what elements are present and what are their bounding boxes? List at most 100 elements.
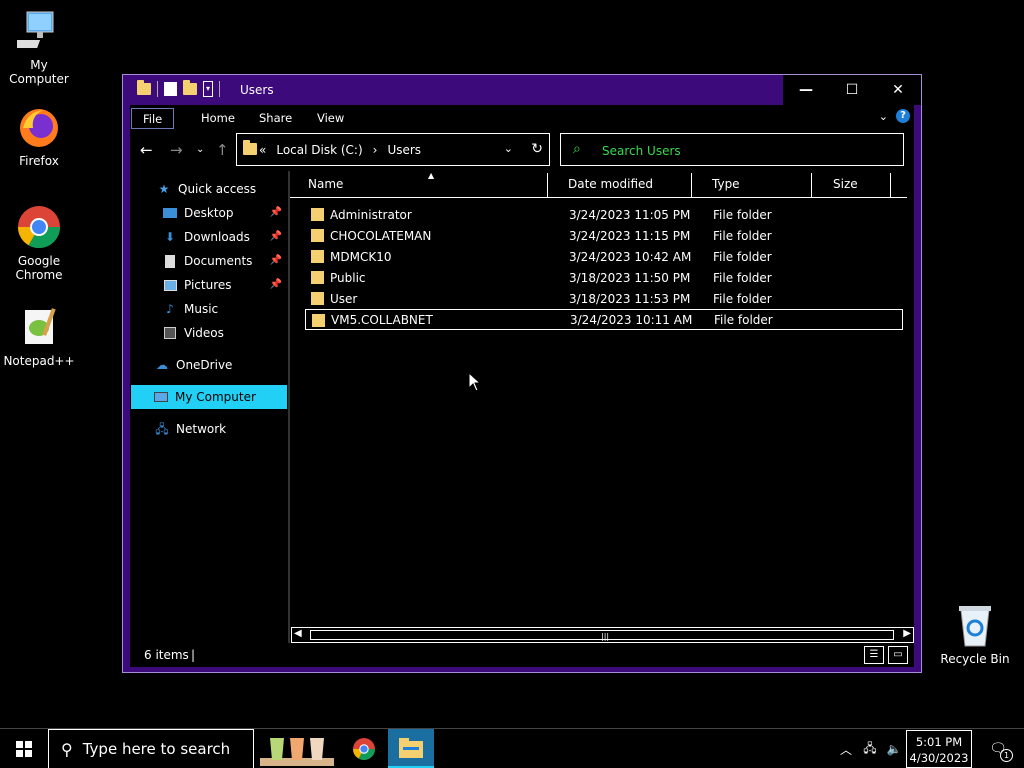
search-input[interactable]: Search Users [602, 144, 681, 158]
folder-icon [311, 292, 324, 305]
scroll-right-icon[interactable]: ▶ [903, 628, 911, 639]
recent-locations-icon[interactable]: ⌄ [196, 144, 204, 155]
start-button[interactable] [0, 729, 48, 768]
desktop-icon-my-computer[interactable]: My Computer [1, 10, 77, 86]
address-bar[interactable]: « Local Disk (C:) › Users ⌄ ↻ [236, 133, 550, 166]
notepadpp-icon [25, 308, 56, 344]
properties-icon[interactable] [164, 82, 177, 96]
close-button[interactable]: ✕ [875, 75, 921, 105]
volume-icon[interactable]: 🔈 [882, 742, 906, 756]
window-controls: — ☐ ✕ [783, 75, 921, 105]
network-icon: 🖧 [155, 422, 169, 436]
drinks-icon [260, 738, 334, 766]
cell-type: File folder [713, 291, 772, 306]
table-row-selected[interactable]: VM5.COLLABNET 3/24/2023 10:11 AM File fo… [305, 309, 903, 330]
nav-item-label: My Computer [175, 390, 256, 404]
forward-arrow-icon[interactable]: → [170, 141, 183, 159]
nav-item-network[interactable]: 🖧 Network [154, 417, 286, 441]
explorer-window[interactable]: ▾ Users — ☐ ✕ File Home Share View ⌄ ? ←… [122, 74, 922, 673]
cell-type: File folder [713, 270, 772, 285]
cell-name: CHOCOLATEMAN [330, 228, 432, 243]
network-status-icon[interactable]: 🖧 [858, 739, 882, 760]
nav-item-downloads[interactable]: ⬇ Downloads 📌 [162, 225, 286, 249]
cell-type: File folder [714, 312, 773, 327]
clock[interactable]: 5:01 PM 4/30/2023 [906, 730, 972, 768]
taskbar-widget[interactable] [258, 729, 336, 768]
scrollbar-thumb[interactable]: ||| [310, 630, 894, 641]
title-bar[interactable]: ▾ Users — ☐ ✕ [123, 75, 921, 105]
desktop-icon-chrome[interactable]: Google Chrome [1, 204, 77, 282]
new-folder-icon[interactable] [183, 80, 197, 95]
table-row[interactable]: CHOCOLATEMAN 3/24/2023 11:15 PM File fol… [305, 225, 903, 246]
cell-date: 3/18/2023 11:53 PM [569, 291, 691, 306]
refresh-icon[interactable]: ↻ [531, 141, 543, 157]
nav-item-onedrive[interactable]: ☁ OneDrive [154, 353, 286, 377]
pin-icon: 📌 [269, 207, 282, 218]
taskbar-search-input[interactable]: Type here to search [83, 740, 230, 758]
help-icon[interactable]: ? [896, 109, 910, 123]
details-view-icon[interactable]: ☰ [864, 646, 884, 664]
back-arrow-icon[interactable]: ← [140, 141, 153, 159]
vertical-scrollbar[interactable] [907, 171, 914, 627]
breadcrumb-separator[interactable]: › [373, 143, 378, 157]
search-icon: ⌕ [573, 141, 581, 157]
show-hidden-icons-icon[interactable]: ︿ [834, 741, 858, 758]
minimize-button[interactable]: — [783, 75, 829, 105]
grip-icon: ||| [601, 632, 610, 641]
desktop-icon-notepadpp[interactable]: Notepad++ [1, 306, 77, 368]
system-tray: ︿ 🖧 🔈 5:01 PM 4/30/2023 🗨 1 [834, 729, 1024, 768]
expand-ribbon-icon[interactable]: ⌄ [879, 110, 888, 123]
tab-file[interactable]: File [131, 108, 175, 129]
breadcrumb-local-disk[interactable]: Local Disk (C:) [276, 143, 362, 157]
column-header-type[interactable]: Type [706, 173, 812, 197]
breadcrumb-overflow[interactable]: « [259, 143, 266, 157]
status-bar: 6 items | ☰ ▭ [130, 643, 914, 667]
computer-icon [153, 390, 169, 404]
horizontal-scrollbar[interactable]: ◀ ||| ▶ [291, 627, 914, 643]
taskbar-chrome[interactable] [344, 729, 384, 768]
clock-time: 5:01 PM [915, 735, 963, 749]
nav-item-label: Quick access [178, 182, 257, 196]
nav-item-label: Network [176, 422, 227, 436]
desktop-icon-label: My Computer [9, 58, 69, 86]
tab-share[interactable]: Share [248, 108, 303, 129]
taskbar: ⚲ Type here to search ︿ 🖧 🔈 5:01 PM 4/30… [0, 728, 1024, 768]
cell-date: 3/18/2023 11:50 PM [569, 270, 691, 285]
scroll-left-icon[interactable]: ◀ [294, 628, 302, 639]
nav-item-desktop[interactable]: Desktop 📌 [162, 201, 286, 225]
nav-item-documents[interactable]: Documents 📌 [162, 249, 286, 273]
nav-item-quick-access[interactable]: ★ Quick access [156, 177, 286, 201]
maximize-button[interactable]: ☐ [829, 75, 875, 105]
notification-center-button[interactable]: 🗨 1 [972, 729, 1024, 768]
cell-type: File folder [713, 228, 772, 243]
sort-ascending-icon: ▲ [428, 171, 435, 180]
up-arrow-icon[interactable]: ↑ [216, 141, 229, 159]
breadcrumb-users[interactable]: Users [387, 143, 421, 157]
customize-toolbar-icon[interactable]: ▾ [203, 81, 213, 97]
nav-item-label: Downloads [184, 230, 250, 244]
tab-home[interactable]: Home [190, 108, 246, 129]
taskbar-search[interactable]: ⚲ Type here to search [48, 729, 254, 768]
column-header-date-modified[interactable]: Date modified [562, 173, 692, 197]
table-row[interactable]: Public 3/18/2023 11:50 PM File folder [305, 267, 903, 288]
large-icons-view-icon[interactable]: ▭ [888, 646, 908, 664]
desktop-icon-label: Notepad++ [3, 354, 75, 368]
column-header-size[interactable]: Size [827, 173, 891, 197]
nav-item-my-computer[interactable]: My Computer [131, 385, 287, 409]
cell-date: 3/24/2023 11:15 PM [569, 228, 691, 243]
table-row[interactable]: MDMCK10 3/24/2023 10:42 AM File folder [305, 246, 903, 267]
desktop-icon-recycle-bin[interactable]: Recycle Bin [937, 602, 1013, 666]
column-header-name[interactable]: Name [302, 173, 548, 197]
search-box[interactable]: ⌕ Search Users [560, 133, 904, 166]
nav-item-videos[interactable]: Videos [162, 321, 286, 345]
nav-item-pictures[interactable]: Pictures 📌 [162, 273, 286, 297]
table-row[interactable]: User 3/18/2023 11:53 PM File folder [305, 288, 903, 309]
table-row[interactable]: Administrator 3/24/2023 11:05 PM File fo… [305, 204, 903, 225]
desktop-icon-label: Google Chrome [15, 254, 63, 282]
search-icon: ⚲ [61, 739, 73, 759]
taskbar-file-explorer[interactable] [388, 729, 434, 768]
nav-item-music[interactable]: ♪ Music [162, 297, 286, 321]
address-dropdown-icon[interactable]: ⌄ [504, 142, 513, 155]
tab-view[interactable]: View [306, 108, 355, 129]
desktop-icon-firefox[interactable]: Firefox [1, 106, 77, 168]
